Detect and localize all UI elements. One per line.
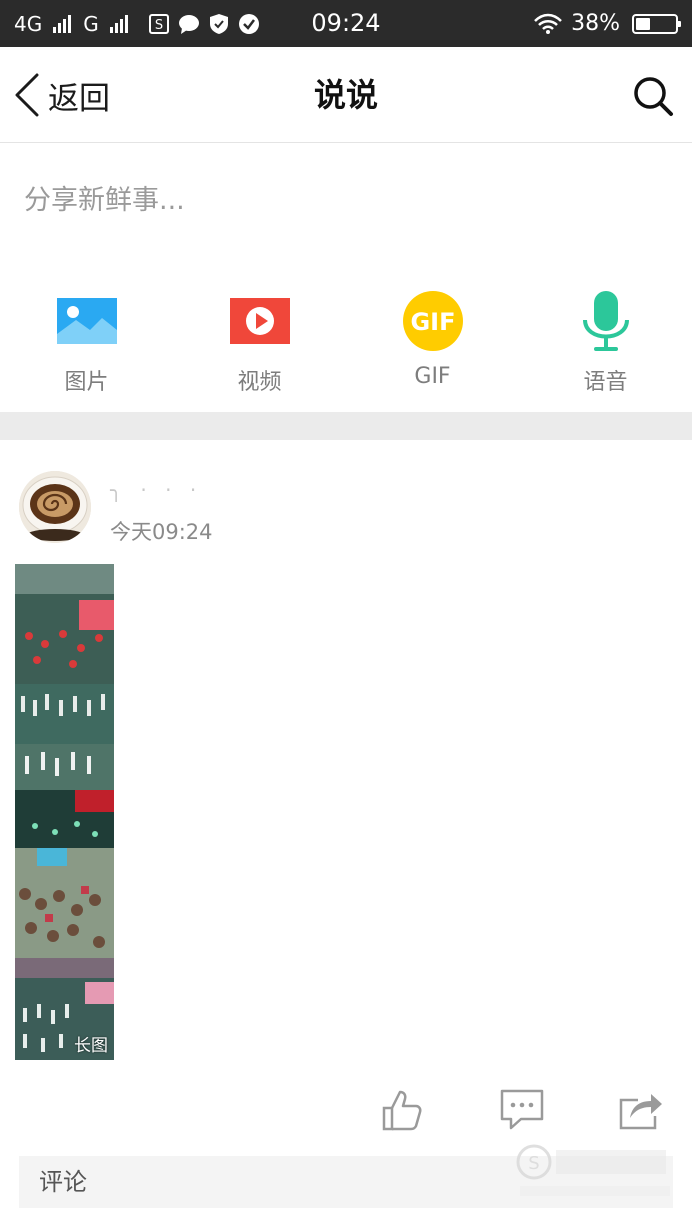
message-bubble-icon bbox=[178, 14, 199, 34]
sim-s-icon: S bbox=[148, 13, 169, 34]
nav-bar: 返回 说说 bbox=[0, 47, 692, 143]
search-icon[interactable] bbox=[632, 75, 674, 117]
svg-text:GIF: GIF bbox=[410, 308, 455, 336]
gif-icon: GIF bbox=[403, 291, 463, 351]
battery-percent: 38% bbox=[571, 11, 620, 36]
post-user-name[interactable]: ╮ · · · bbox=[110, 478, 202, 502]
avatar[interactable] bbox=[19, 471, 91, 543]
status-left: 4G G S bbox=[14, 0, 260, 47]
stage-collage-image bbox=[15, 564, 114, 1060]
section-divider bbox=[0, 412, 692, 440]
comment-label: 评论 bbox=[39, 1168, 87, 1196]
back-label: 返回 bbox=[48, 80, 110, 117]
signal-icon bbox=[109, 14, 128, 33]
video-tool-button[interactable]: 视频 bbox=[173, 290, 346, 400]
compose-area: 图片 视频 GIF GIF 语音 bbox=[0, 144, 692, 412]
like-icon[interactable] bbox=[380, 1088, 426, 1132]
image-icon bbox=[57, 298, 117, 344]
comment-bar[interactable]: 评论 bbox=[19, 1156, 673, 1208]
image-tool-button[interactable]: 图片 bbox=[0, 290, 173, 400]
signal-icon bbox=[53, 14, 72, 33]
status-right: 38% bbox=[533, 0, 681, 47]
voice-tool-label: 语音 bbox=[583, 370, 628, 395]
network-g-label: G bbox=[83, 11, 99, 36]
gif-tool-button[interactable]: GIF GIF bbox=[346, 290, 519, 400]
battery-icon bbox=[632, 13, 681, 34]
long-image-badge: 长图 bbox=[74, 1036, 108, 1056]
video-tool-label: 视频 bbox=[237, 370, 282, 395]
compose-tools: 图片 视频 GIF GIF 语音 bbox=[0, 290, 692, 400]
check-circle-icon bbox=[238, 13, 259, 34]
microphone-icon bbox=[583, 291, 629, 351]
chevron-left-icon bbox=[15, 73, 39, 117]
post-time: 今天09:24 bbox=[110, 520, 213, 544]
network-4g-label: 4G bbox=[14, 11, 43, 36]
battery-fill bbox=[636, 17, 651, 30]
page-title: 说说 bbox=[313, 76, 378, 114]
post-long-image[interactable]: 长图 bbox=[15, 564, 114, 1060]
voice-tool-button[interactable]: 语音 bbox=[519, 290, 692, 400]
wifi-icon bbox=[534, 13, 562, 34]
image-tool-label: 图片 bbox=[64, 370, 109, 395]
coffee-avatar-image bbox=[19, 471, 91, 543]
share-input[interactable] bbox=[24, 178, 664, 222]
comment-icon[interactable] bbox=[499, 1088, 545, 1132]
post-actions bbox=[0, 1088, 692, 1132]
gif-tool-label: GIF bbox=[414, 364, 451, 389]
post-card: ╮ · · · 今天09:24 长图 评论 bbox=[0, 440, 692, 1230]
back-button[interactable]: 返回 bbox=[14, 71, 110, 119]
svg-text:S: S bbox=[155, 18, 163, 33]
video-play-icon bbox=[230, 298, 290, 344]
status-bar: 4G G S 09:24 38% bbox=[0, 0, 692, 47]
shield-icon bbox=[209, 13, 228, 34]
share-icon[interactable] bbox=[618, 1088, 664, 1132]
